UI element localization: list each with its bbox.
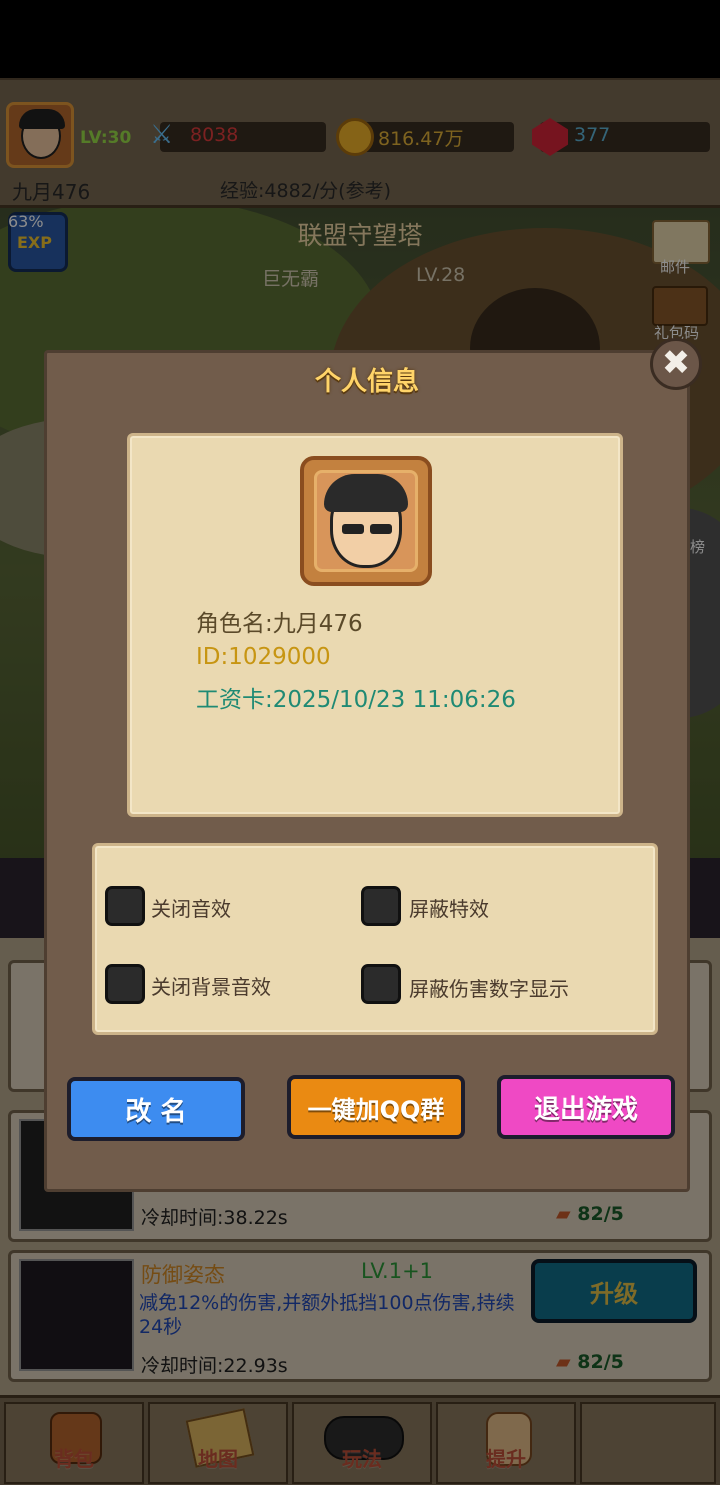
rename-button[interactable]: 改 名 bbox=[67, 1077, 245, 1141]
mute-bgm-checkbox[interactable] bbox=[105, 964, 145, 1004]
mute-sfx-checkbox[interactable] bbox=[105, 886, 145, 926]
hide-effects-label: 屏蔽特效 bbox=[409, 897, 489, 921]
join-qq-group-button[interactable]: 一键加QQ群 bbox=[287, 1075, 465, 1139]
close-icon: ✖ bbox=[661, 343, 691, 383]
dialog-title: 个人信息 bbox=[314, 367, 419, 397]
profile-avatar bbox=[300, 456, 432, 586]
profile-card: 角色名:九月476 ID:1029000 工资卡:2025/10/23 11:0… bbox=[127, 433, 623, 817]
hide-damage-label: 屏蔽伤害数字显示 bbox=[409, 977, 569, 1001]
role-name: 角色名:九月476 bbox=[196, 611, 363, 637]
settings-card: 关闭音效 屏蔽特效 关闭背景音效 屏蔽伤害数字显示 bbox=[92, 843, 658, 1035]
player-id: ID:1029000 bbox=[196, 644, 331, 670]
avatar-hair-icon bbox=[324, 474, 408, 512]
salary-card: 工资卡:2025/10/23 11:06:26 bbox=[196, 687, 516, 713]
avatar-eye-icon bbox=[342, 524, 364, 534]
hide-effects-checkbox[interactable] bbox=[361, 886, 401, 926]
hide-damage-checkbox[interactable] bbox=[361, 964, 401, 1004]
mute-bgm-label: 关闭背景音效 bbox=[151, 975, 271, 999]
mute-sfx-label: 关闭音效 bbox=[151, 897, 231, 921]
personal-info-dialog: 个人信息 角色名:九月476 ID:1029000 工资卡:2025/10/23… bbox=[44, 350, 690, 1192]
quit-game-button[interactable]: 退出游戏 bbox=[497, 1075, 675, 1139]
close-button[interactable]: ✖ bbox=[650, 338, 702, 390]
avatar-eye-icon bbox=[370, 524, 392, 534]
